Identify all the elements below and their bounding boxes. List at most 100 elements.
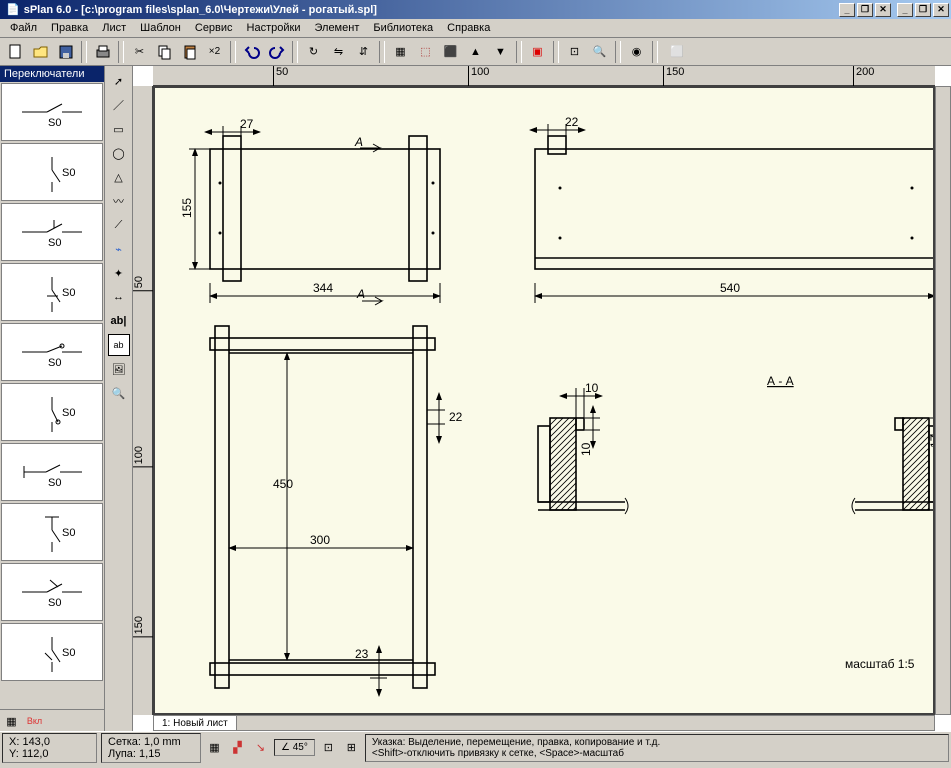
tool-a-button[interactable]: ⊡ [317,737,340,759]
duplicate-button[interactable]: ×2 [203,41,226,63]
library-item[interactable]: S0 [1,203,103,261]
rubber-toggle-button[interactable]: ↘ [249,737,272,759]
menu-bar: Файл Правка Лист Шаблон Сервис Настройки… [0,19,951,38]
text-tool[interactable]: ab| [108,310,130,332]
lib-tool-1[interactable]: ▦ [0,710,23,732]
view-bottom-left: 450 300 22 23 [210,326,463,696]
curve-tool[interactable]: 〰 [108,190,130,212]
library-header[interactable]: Переключатели [0,66,104,82]
svg-text:S0: S0 [62,287,75,299]
menu-help[interactable]: Справка [441,20,496,36]
save-button[interactable] [54,41,77,63]
node-tool[interactable]: ✦ [108,262,130,284]
drawing-canvas[interactable]: 27 155 344 А А [153,86,935,715]
paste-button[interactable] [178,41,201,63]
front-button[interactable]: ▲ [464,41,487,63]
svg-text:450: 450 [273,477,293,491]
new-button[interactable] [4,41,27,63]
library-item[interactable]: S0 [1,263,103,321]
app-icon: 📄 [6,3,20,16]
menu-service[interactable]: Сервис [189,20,239,36]
colorize-button[interactable]: ◉ [625,41,648,63]
library-item[interactable]: S0 [1,503,103,561]
restore-inner-button[interactable]: ❐ [857,3,873,17]
snap-toggle-button[interactable]: ▞ [226,737,249,759]
library-item[interactable]: S0 [1,83,103,141]
align-button[interactable]: ▦ [389,41,412,63]
status-angle[interactable]: ∠ 45° [274,739,315,756]
mirror-h-button[interactable]: ⇋ [327,41,350,63]
svg-text:S0: S0 [62,407,75,419]
library-item[interactable]: S0 [1,323,103,381]
svg-text:S0: S0 [62,647,75,659]
svg-text:А - А: А - А [767,374,794,388]
menu-template[interactable]: Шаблон [134,20,187,36]
svg-text:10: 10 [585,381,599,395]
line-tool[interactable]: ／ [108,94,130,116]
menu-library[interactable]: Библиотека [367,20,439,36]
svg-text:S0: S0 [62,527,75,539]
svg-text:S0: S0 [48,477,61,489]
group-button[interactable]: ⬚ [414,41,437,63]
pointer-tool[interactable]: ➚ [108,70,130,92]
mirror-v-button[interactable]: ⇵ [352,41,375,63]
sheet-tab[interactable]: 1: Новый лист [153,715,237,731]
menu-file[interactable]: Файл [4,20,43,36]
search-button[interactable]: 🔍 [588,41,611,63]
lib-tool-2[interactable]: Bкл [23,710,46,732]
back-button[interactable]: ▼ [489,41,512,63]
minimize-inner-button[interactable]: _ [839,3,855,17]
close-button[interactable]: ✕ [933,3,949,17]
tool-column: ➚ ／ ▭ ◯ △ 〰 ⟋ ⌁ ✦ ↔ ab| ab 🖼 🔍 [105,66,133,731]
menu-settings[interactable]: Настройки [241,20,307,36]
open-button[interactable] [29,41,52,63]
status-hint: Указка: Выделение, перемещение, правка, … [365,734,949,762]
svg-text:155: 155 [180,198,194,218]
cut-button[interactable]: ✂ [128,41,151,63]
svg-text:S0: S0 [48,117,61,129]
close-inner-button[interactable]: ✕ [875,3,891,17]
minimize-button[interactable]: _ [897,3,913,17]
library-grid: S0 S0 S0 S0 S0 S0 S0 S0 S0 S0 [0,82,104,709]
polyline-tool[interactable]: ⟋ [108,214,130,236]
view-top-left: 27 155 344 А А [180,117,440,305]
svg-text:344: 344 [313,281,333,295]
circle-tool[interactable]: ◯ [108,142,130,164]
rotate-button[interactable]: ↻ [302,41,325,63]
polygon-tool[interactable]: △ [108,166,130,188]
library-item[interactable]: S0 [1,563,103,621]
menu-edit[interactable]: Правка [45,20,94,36]
grid-toggle-button[interactable]: ▦ [203,737,226,759]
ruler-horizontal: 50 100 150 200 [153,66,935,86]
image-tool[interactable]: 🖼 [108,358,130,380]
scrollbar-vertical[interactable] [935,86,951,715]
maximize-button[interactable]: ❐ [915,3,931,17]
library-item[interactable]: S0 [1,143,103,201]
svg-text:540: 540 [720,281,740,295]
svg-text:масштаб 1:5: масштаб 1:5 [845,657,915,671]
svg-text:27: 27 [240,117,254,131]
menu-sheet[interactable]: Лист [96,20,132,36]
bezier-tool[interactable]: ⌁ [108,238,130,260]
tool-b-button[interactable]: ⊞ [340,737,363,759]
work-area: Переключатели S0 S0 S0 S0 S0 S0 S0 S0 S0… [0,66,951,731]
library-item[interactable]: S0 [1,623,103,681]
library-item[interactable]: S0 [1,383,103,441]
library-item[interactable]: S0 [1,443,103,501]
select-color-button[interactable]: ▣ [526,41,549,63]
status-grid: Сетка: 1,0 mmЛупа: 1,15 [101,733,201,763]
print-button[interactable] [91,41,114,63]
main-toolbar: ✂ ×2 ↻ ⇋ ⇵ ▦ ⬚ ⬛ ▲ ▼ ▣ ⊡ 🔍 ◉ ⬜ [0,38,951,66]
redo-button[interactable] [265,41,288,63]
fit-button[interactable]: ⊡ [563,41,586,63]
dimension-tool[interactable]: ↔ [108,286,130,308]
ungroup-button[interactable]: ⬛ [439,41,462,63]
scrollbar-horizontal[interactable] [153,715,935,731]
zoom-tool[interactable]: 🔍 [108,382,130,404]
rect-tool[interactable]: ▭ [108,118,130,140]
page-button[interactable]: ⬜ [662,41,692,63]
menu-element[interactable]: Элемент [308,20,365,36]
undo-button[interactable] [240,41,263,63]
copy-button[interactable] [153,41,176,63]
label-tool[interactable]: ab [108,334,130,356]
